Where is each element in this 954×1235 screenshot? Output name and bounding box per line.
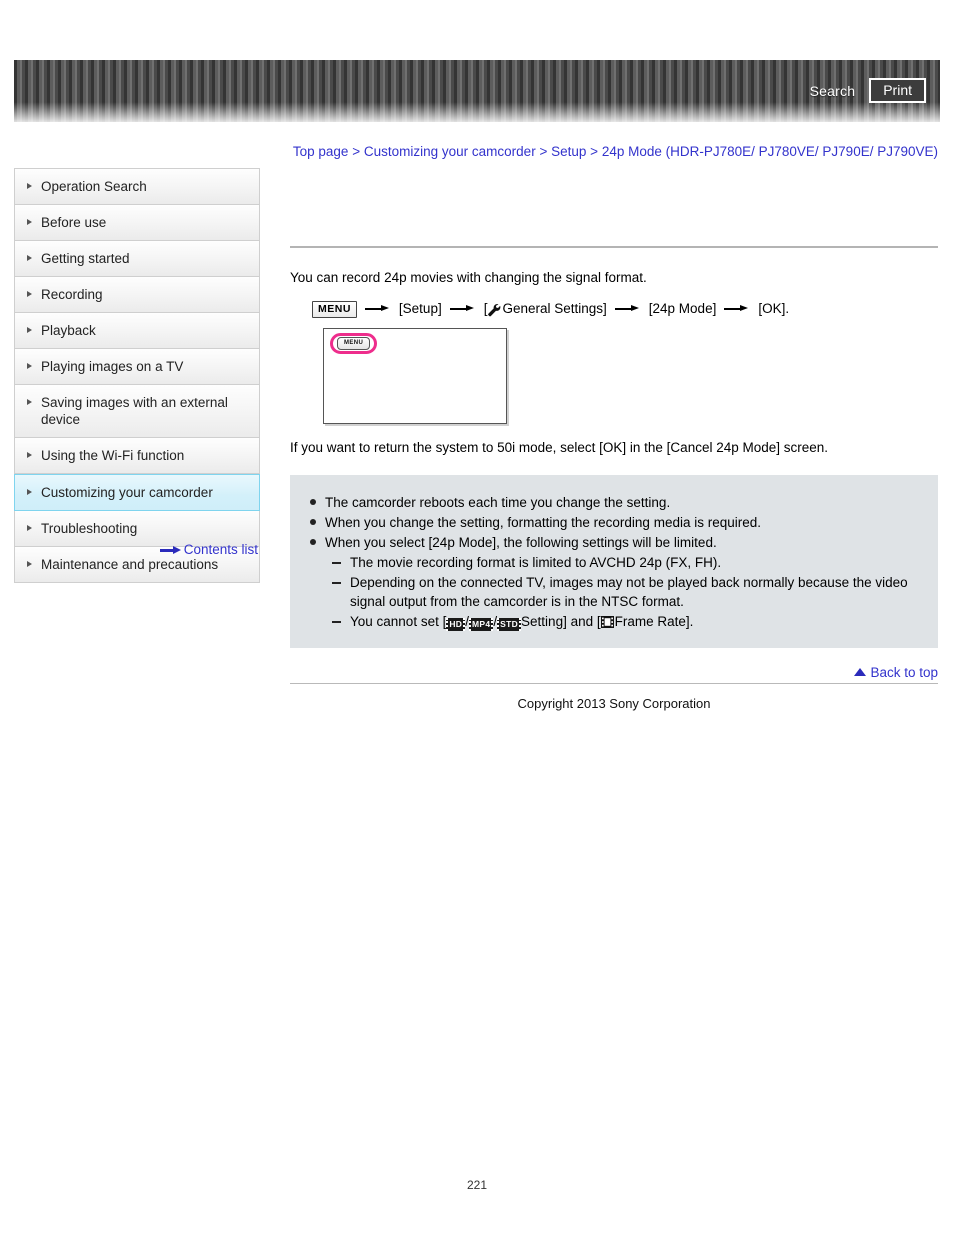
header-actions: Search Print [810, 78, 926, 103]
note-item: The camcorder reboots each time you chan… [310, 493, 918, 512]
chevron-right-icon [27, 399, 32, 405]
note-sub-item: The movie recording format is limited to… [332, 553, 918, 572]
sidebar-item-label: Playback [41, 323, 96, 338]
breadcrumb-separator: > [539, 144, 548, 159]
sidebar-item-label: Playing images on a TV [41, 359, 184, 374]
note-text: You cannot set [HD / MP4/STD Setting] and [… [350, 612, 918, 631]
sidebar-item-label: Troubleshooting [41, 521, 138, 536]
menu-step-setup: [Setup] [398, 301, 442, 316]
sidebar-item-customizing-your-camcorder[interactable]: Customizing your camcorder [14, 474, 260, 511]
back-to-top-row: Back to top [290, 664, 938, 684]
intro-paragraph: You can record 24p movies with changing … [290, 270, 647, 285]
content-divider [290, 246, 938, 248]
arrow-right-icon [449, 303, 476, 315]
sidebar-item-playback[interactable]: Playback [15, 313, 259, 349]
sidebar-item-label: Maintenance and precautions [41, 557, 219, 572]
note-text: Depending on the connected TV, images ma… [350, 575, 908, 609]
sidebar: Operation Search Before use Getting star… [14, 168, 260, 583]
arrow-right-icon [724, 303, 750, 315]
menu-step-ok: [OK]. [758, 301, 790, 316]
sidebar-item-label: Customizing your camcorder [41, 485, 213, 500]
triangle-up-icon [854, 668, 867, 676]
menu-path: MENU [Setup] [ General Settings] [24p Mo… [290, 298, 938, 320]
note-suffix: Frame Rate]. [614, 614, 694, 629]
breadcrumb-separator: > [352, 144, 361, 159]
menu-step-24p-mode: [24p Mode] [648, 301, 717, 316]
chevron-right-icon [27, 219, 32, 225]
menu-step-general-settings: General Settings] [502, 301, 607, 316]
sidebar-item-using-wifi-function[interactable]: Using the Wi-Fi function [15, 438, 259, 474]
arrow-right-icon [614, 303, 641, 315]
breadcrumb-separator: > [590, 144, 599, 159]
sidebar-item-label: Operation Search [41, 179, 147, 194]
notes-box: The camcorder reboots each time you chan… [290, 475, 938, 648]
note-text: The movie recording format is limited to… [350, 555, 722, 570]
dash-icon [332, 621, 341, 623]
chevron-right-icon [27, 489, 32, 495]
note-item: When you select [24p Mode], the followin… [310, 533, 918, 552]
breadcrumb-item-top-page[interactable]: Top page [293, 144, 349, 159]
wrench-icon [487, 302, 501, 317]
breadcrumb-item-setup[interactable]: Setup [551, 144, 586, 159]
camcorder-screen-illustration: MENU [323, 328, 507, 424]
back-to-top-link[interactable]: Back to top [854, 665, 938, 680]
copyright-text: Copyright 2013 Sony Corporation [517, 695, 711, 711]
chevron-right-icon [27, 561, 32, 567]
chevron-right-icon [27, 255, 32, 261]
note-text: When you change the setting, formatting … [325, 515, 761, 530]
note-item: When you change the setting, formatting … [310, 513, 918, 532]
main-content: You can record 24p movies with changing … [290, 200, 938, 711]
page-number: 221 [466, 1178, 488, 1192]
chevron-right-icon [27, 452, 32, 458]
chevron-right-icon [27, 363, 32, 369]
bullet-icon [310, 519, 316, 525]
bullet-icon [310, 499, 316, 505]
sidebar-item-playing-images-on-a-tv[interactable]: Playing images on a TV [15, 349, 259, 385]
sidebar-item-saving-images-external-device[interactable]: Saving images with an external device [15, 385, 259, 438]
mp4-format-icon: MP4 [468, 618, 494, 631]
bullet-icon [310, 539, 316, 545]
cancel-mode-paragraph: If you want to return the system to 50i … [290, 440, 829, 455]
sidebar-item-label: Recording [41, 287, 103, 302]
chevron-right-icon [27, 525, 32, 531]
breadcrumb-item-current: 24p Mode (HDR-PJ780E/ PJ780VE/ PJ790E/ P… [601, 144, 938, 159]
search-link[interactable]: Search [810, 83, 856, 99]
std-format-icon: STD [497, 618, 522, 631]
sidebar-item-label: Using the Wi-Fi function [41, 448, 185, 463]
header-banner: Search Print [14, 60, 940, 122]
note-text: The camcorder reboots each time you chan… [325, 495, 671, 510]
arrow-right-icon [364, 303, 391, 315]
print-button[interactable]: Print [869, 78, 926, 103]
sidebar-item-recording[interactable]: Recording [15, 277, 259, 313]
chevron-right-icon [27, 183, 32, 189]
film-frame-icon [600, 614, 614, 628]
back-to-top-label: Back to top [870, 664, 938, 680]
sidebar-item-label: Getting started [41, 251, 130, 266]
menu-button-highlight: MENU [330, 333, 378, 354]
hd-format-icon: HD [446, 618, 466, 631]
chevron-right-icon [27, 291, 32, 297]
menu-button-icon: MENU [312, 300, 357, 318]
sidebar-item-operation-search[interactable]: Operation Search [15, 169, 259, 205]
menu-button-icon: MENU [337, 337, 371, 350]
breadcrumb: Top page > Customizing your camcorder > … [290, 142, 938, 162]
sidebar-item-getting-started[interactable]: Getting started [15, 241, 259, 277]
note-sub-item: Depending on the connected TV, images ma… [332, 573, 918, 611]
sidebar-item-label: Saving images with an external device [41, 395, 228, 427]
note-text: When you select [24p Mode], the followin… [325, 535, 717, 550]
sidebar-item-label: Before use [41, 215, 107, 230]
contents-list-label: Contents list [183, 542, 258, 557]
note-sub-item-formats: You cannot set [HD / MP4/STD Setting] and [… [332, 612, 918, 631]
sidebar-item-before-use[interactable]: Before use [15, 205, 259, 241]
dash-icon [332, 582, 341, 584]
arrow-right-icon [159, 545, 182, 555]
note-middle: Setting] and [ [521, 614, 601, 629]
contents-list-link[interactable]: Contents list [14, 542, 258, 557]
chevron-right-icon [27, 327, 32, 333]
note-prefix: You cannot set [ [350, 614, 447, 629]
breadcrumb-item-customizing[interactable]: Customizing your camcorder [364, 144, 536, 159]
dash-icon [332, 562, 341, 564]
